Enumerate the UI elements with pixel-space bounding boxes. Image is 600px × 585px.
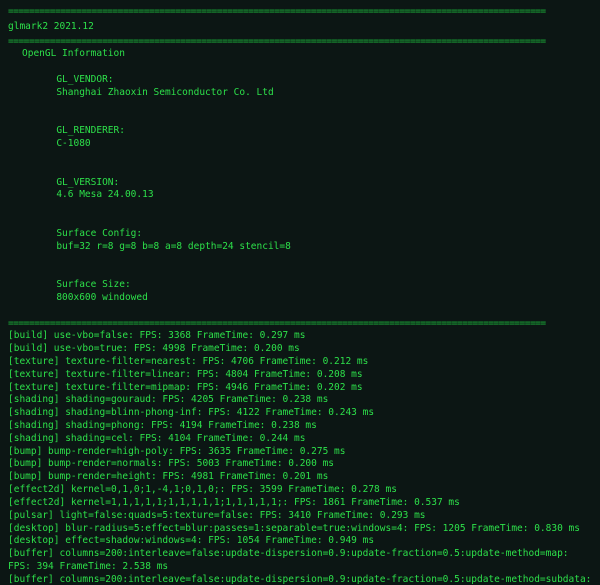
app-title: glmark2 2021.12	[8, 19, 592, 36]
benchmark-line: [build] use-vbo=true: FPS: 4998 FrameTim…	[8, 343, 592, 356]
gl-version: GL_VERSION: 4.6 Mesa 24.00.13	[22, 164, 592, 215]
benchmark-line: [buffer] columns=200:interleave=false:up…	[8, 548, 592, 574]
label: GL_VERSION:	[56, 177, 158, 190]
opengl-info-block: OpenGL Information GL_VENDOR: Shanghai Z…	[8, 48, 592, 317]
benchmark-line: [pulsar] light=false:quads=5:texture=fal…	[8, 510, 592, 523]
benchmark-line: [texture] texture-filter=nearest: FPS: 4…	[8, 356, 592, 369]
terminal-window: ========================================…	[0, 0, 600, 585]
benchmark-results: [build] use-vbo=false: FPS: 3368 FrameTi…	[8, 330, 592, 585]
benchmark-line: [bump] bump-render=height: FPS: 4981 Fra…	[8, 471, 592, 484]
value: 4.6 Mesa 24.00.13	[56, 189, 153, 200]
benchmark-line: [effect2d] kernel=1,1,1,1,1;1,1,1,1,1;1,…	[8, 497, 592, 510]
benchmark-line: [build] use-vbo=false: FPS: 3368 FrameTi…	[8, 330, 592, 343]
gl-renderer: GL_RENDERER: C-1080	[22, 113, 592, 164]
surface-config: Surface Config: buf=32 r=8 g=8 b=8 a=8 d…	[22, 215, 592, 266]
divider: ========================================…	[8, 318, 592, 331]
benchmark-line: [texture] texture-filter=mipmap: FPS: 49…	[8, 382, 592, 395]
label: Surface Size:	[56, 279, 158, 292]
value: Shanghai Zhaoxin Semiconductor Co. Ltd	[56, 87, 273, 98]
gl-vendor: GL_VENDOR: Shanghai Zhaoxin Semiconducto…	[22, 61, 592, 112]
benchmark-line: [bump] bump-render=high-poly: FPS: 3635 …	[8, 446, 592, 459]
benchmark-line: [bump] bump-render=normals: FPS: 5003 Fr…	[8, 458, 592, 471]
benchmark-line: [shading] shading=blinn-phong-inf: FPS: …	[8, 407, 592, 420]
surface-size: Surface Size: 800x600 windowed	[22, 266, 592, 317]
benchmark-line: [desktop] effect=shadow:windows=4: FPS: …	[8, 535, 592, 548]
benchmark-line: [texture] texture-filter=linear: FPS: 48…	[8, 369, 592, 382]
benchmark-line: [shading] shading=cel: FPS: 4104 FrameTi…	[8, 433, 592, 446]
value: buf=32 r=8 g=8 b=8 a=8 depth=24 stencil=…	[56, 241, 291, 252]
divider: ========================================…	[8, 6, 592, 19]
label: Surface Config:	[56, 228, 158, 241]
divider: ========================================…	[8, 36, 592, 49]
benchmark-line: [shading] shading=gouraud: FPS: 4205 Fra…	[8, 394, 592, 407]
value: C-1080	[56, 138, 90, 149]
info-title: OpenGL Information	[22, 48, 592, 61]
value: 800x600 windowed	[56, 292, 148, 303]
label: GL_VENDOR:	[56, 74, 158, 87]
benchmark-line: [effect2d] kernel=0,1,0;1,-4,1;0,1,0;: F…	[8, 484, 592, 497]
benchmark-line: [shading] shading=phong: FPS: 4194 Frame…	[8, 420, 592, 433]
benchmark-line: [buffer] columns=200:interleave=false:up…	[8, 574, 592, 585]
label: GL_RENDERER:	[56, 125, 158, 138]
benchmark-line: [desktop] blur-radius=5:effect=blur:pass…	[8, 523, 592, 536]
